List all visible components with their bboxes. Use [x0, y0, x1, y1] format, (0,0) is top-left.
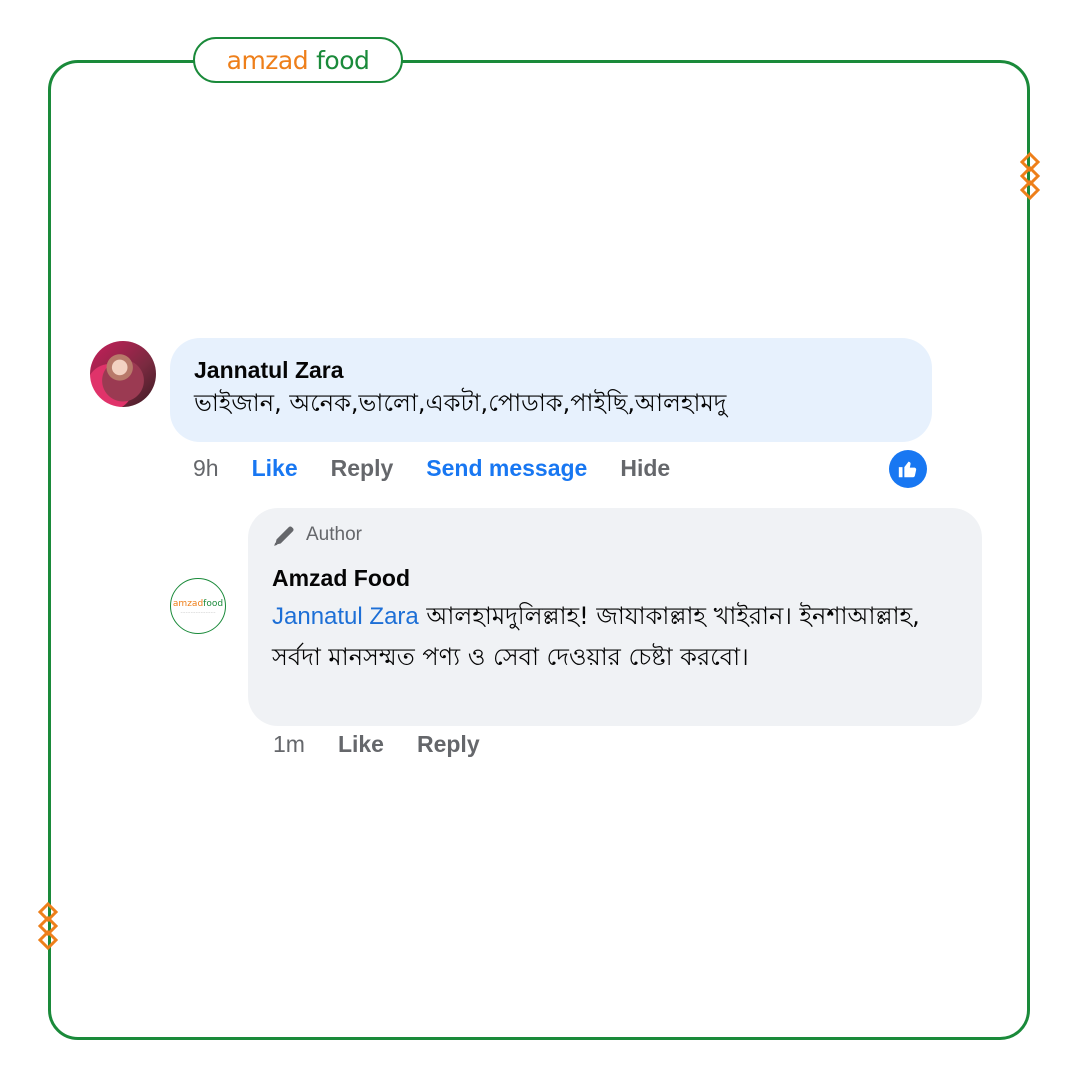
comment-timestamp[interactable]: 9h — [193, 455, 219, 482]
hide-comment-button[interactable]: Hide — [620, 455, 670, 482]
page-avatar[interactable]: amzadfood ~~~~~~~~~~~~~~ — [170, 578, 226, 634]
brand-logo-word-2: food — [316, 45, 370, 75]
send-message-button[interactable]: Send message — [426, 455, 587, 482]
brand-logo-word-1: amzad — [226, 45, 309, 75]
comment-like-button[interactable]: Like — [252, 455, 298, 482]
reply-actions: 1m Like Reply — [273, 731, 480, 758]
avatar-brand-word-1: amzad — [172, 598, 204, 609]
comment-bubble: Jannatul Zara ভাইজান, অনেক,ভালো,একটা,পোড… — [170, 338, 932, 442]
commenter-avatar[interactable] — [90, 341, 156, 407]
commenter-name[interactable]: Jannatul Zara — [194, 356, 908, 384]
comment-reply-button[interactable]: Reply — [331, 455, 394, 482]
thumbs-up-icon — [898, 461, 917, 478]
author-badge-label: Author — [306, 524, 362, 545]
avatar-brand-word-2: food — [203, 598, 224, 609]
pencil-icon — [274, 526, 294, 546]
avatar-tagline-mark: ~~~~~~~~~~~~~~ — [180, 609, 216, 614]
comment-text: ভাইজান, অনেক,ভালো,একটা,পোডাক,পাইছি,আলহাম… — [194, 389, 727, 417]
reply-like-button[interactable]: Like — [338, 731, 384, 758]
decorative-diamond-chain-icon — [37, 902, 59, 950]
mention-link[interactable]: Jannatul Zara — [272, 603, 419, 630]
comment-actions: 9h Like Reply Send message Hide — [193, 455, 670, 482]
brand-logo: amzad food — [193, 37, 403, 83]
reply-text: Jannatul Zara আলহামদুলিল্লাহ! জাযাকাল্লা… — [272, 596, 958, 677]
reply-reply-button[interactable]: Reply — [417, 731, 480, 758]
reply-bubble: Author Amzad Food Jannatul Zara আলহামদুল… — [248, 508, 982, 726]
like-reaction-badge[interactable] — [889, 450, 927, 488]
decorative-diamond-chain-icon — [1019, 152, 1041, 200]
reply-author-name[interactable]: Amzad Food — [272, 564, 958, 592]
reply-timestamp[interactable]: 1m — [273, 731, 305, 758]
author-badge: Author — [272, 522, 958, 548]
